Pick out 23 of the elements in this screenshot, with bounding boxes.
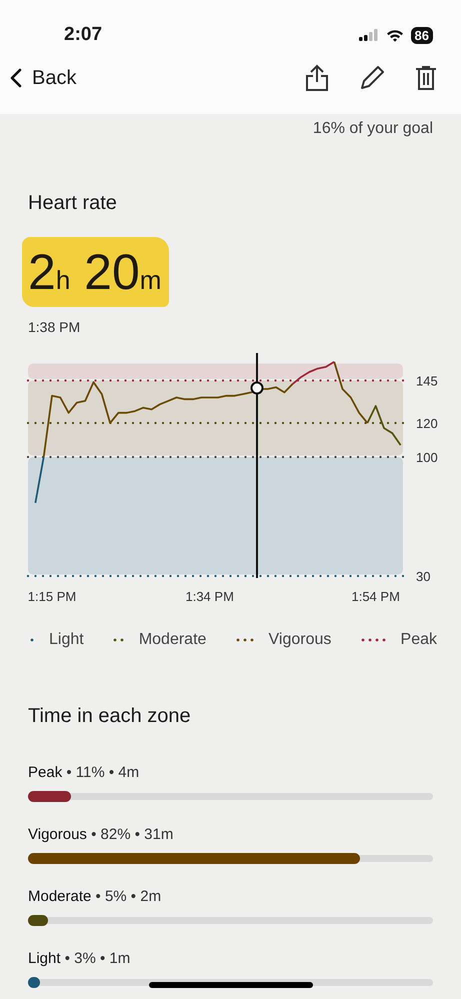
x-tick-label: 1:34 PM	[186, 589, 234, 604]
y-tick-label: 120	[416, 416, 438, 431]
legend-label: Vigorous	[268, 631, 332, 649]
status-time: 2:07	[64, 24, 102, 46]
zone-summary: Light • 3% • 1m	[28, 950, 132, 967]
legend-label: Light	[49, 631, 84, 649]
duration-value: 2h 20m	[22, 237, 170, 307]
battery-level: 86	[410, 26, 433, 44]
y-tick-label: 100	[416, 450, 438, 465]
goal-text: 16% of your goal	[312, 119, 434, 138]
x-tick-label: 1:54 PM	[352, 589, 400, 604]
selected-time: 1:38 PM	[27, 319, 82, 335]
y-tick-label: 30	[416, 569, 430, 584]
y-tick-label: 145	[416, 374, 438, 388]
section-title: Time in each zone	[27, 704, 192, 728]
legend-label: Peak	[400, 631, 437, 649]
zone-summary: Moderate • 5% • 2m	[28, 888, 162, 905]
back-button[interactable]: Back	[10, 66, 76, 90]
section-title: Heart rate	[27, 191, 118, 215]
zone-summary: Peak • 11% • 4m	[28, 764, 140, 781]
x-tick-label: 1:15 PM	[28, 589, 76, 604]
legend-label: Moderate	[138, 631, 206, 649]
zone-summary: Vigorous • 82% • 31m	[28, 826, 174, 843]
